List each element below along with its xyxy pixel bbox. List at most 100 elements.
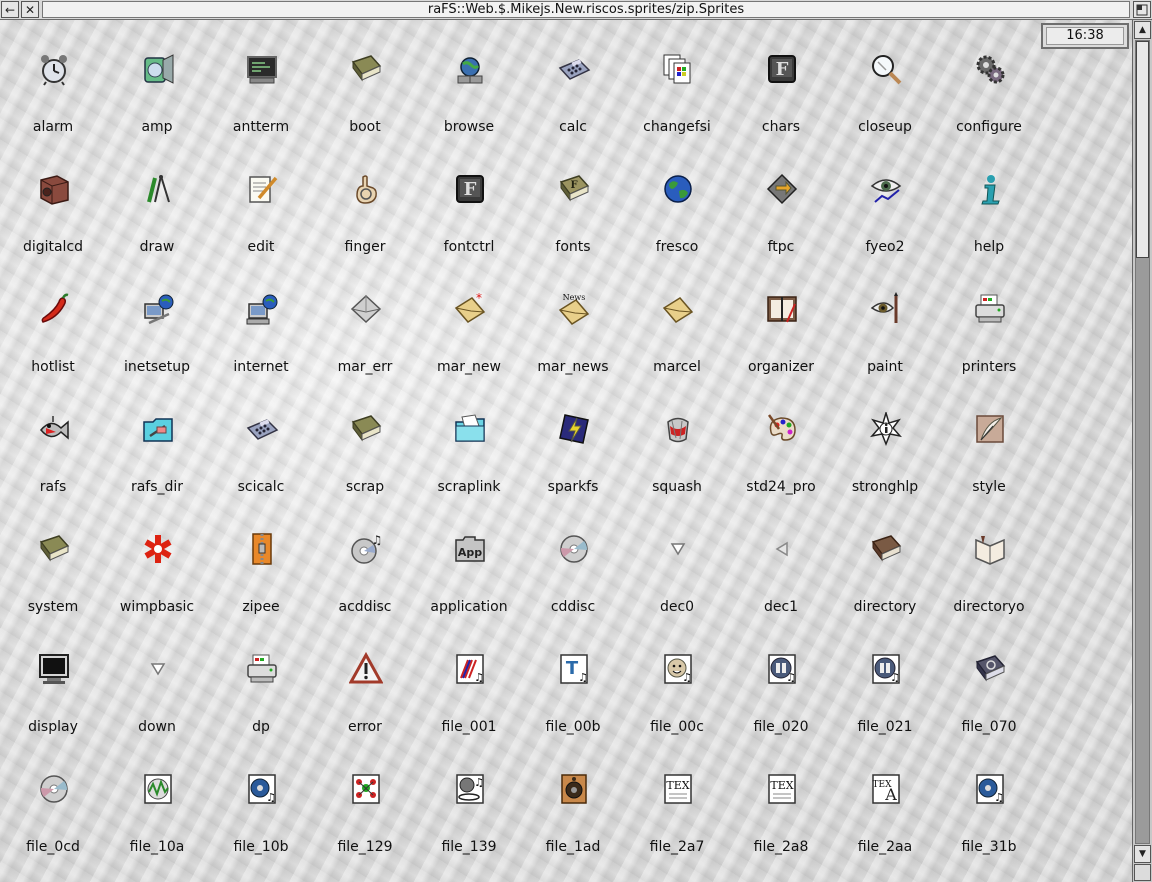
sprite-item[interactable]: squash xyxy=(625,380,729,500)
scroll-down-icon[interactable]: ▼ xyxy=(1134,845,1151,863)
sprite-item[interactable]: inetsetup xyxy=(105,260,209,380)
sprite-item[interactable]: fyeo2 xyxy=(833,140,937,260)
sprite-label: sparkfs xyxy=(547,479,599,495)
sprite-item[interactable]: antterm xyxy=(209,20,313,140)
resize-handle-icon[interactable] xyxy=(1134,864,1151,881)
sprite-item[interactable]: organizer xyxy=(729,260,833,380)
sprite-item[interactable]: dec0 xyxy=(625,500,729,620)
svg-text:App: App xyxy=(458,546,482,559)
sprite-item[interactable]: * mar_new xyxy=(417,260,521,380)
sprite-item[interactable]: ♫ file_139 xyxy=(417,740,521,860)
sprite-label: scraplink xyxy=(437,479,501,495)
sprite-item[interactable]: TEX file_2a7 xyxy=(625,740,729,860)
svg-text:♫: ♫ xyxy=(266,791,276,804)
sprite-label: dp xyxy=(252,719,270,735)
sprite-item[interactable]: down xyxy=(105,620,209,740)
sprite-item[interactable]: Ffonts xyxy=(521,140,625,260)
sprite-item[interactable]: dp xyxy=(209,620,313,740)
sprite-item[interactable]: ♫ file_10b xyxy=(209,740,313,860)
sprite-item[interactable]: printers xyxy=(937,260,1041,380)
sprite-item[interactable]: display xyxy=(1,620,105,740)
sprite-item[interactable]: scicalc xyxy=(209,380,313,500)
sprite-label: paint xyxy=(867,359,903,375)
sprite-item[interactable]: configure xyxy=(937,20,1041,140)
sprite-item[interactable]: ♫ file_00c xyxy=(625,620,729,740)
back-icon[interactable]: ← xyxy=(1,1,19,18)
scroll-track[interactable] xyxy=(1135,40,1150,844)
sprite-item[interactable]: finger xyxy=(313,140,417,260)
sprite-item[interactable]: paint xyxy=(833,260,937,380)
sprite-item[interactable]: error xyxy=(313,620,417,740)
sprite-item[interactable]: mar_err xyxy=(313,260,417,380)
sprite-item[interactable]: TEX A file_2aa xyxy=(833,740,937,860)
sprite-item[interactable]: rafs xyxy=(1,380,105,500)
sprite-item[interactable]: ♫ acddisc xyxy=(313,500,417,620)
sprite-item[interactable]: directoryo xyxy=(937,500,1041,620)
sprite-item[interactable]: Ffontctrl xyxy=(417,140,521,260)
sprite-item[interactable]: ftpc xyxy=(729,140,833,260)
svg-text:♫: ♫ xyxy=(474,671,484,684)
sprite-item[interactable]: zipee xyxy=(209,500,313,620)
sprite-item[interactable]: Fchars xyxy=(729,20,833,140)
sprite-item[interactable]: internet xyxy=(209,260,313,380)
printer-icon xyxy=(245,652,279,686)
disc-music-file-icon: ♫ xyxy=(245,772,279,806)
music-file-face-icon: ♫ xyxy=(661,652,695,686)
sprite-item[interactable]: App application xyxy=(417,500,521,620)
scroll-thumb[interactable] xyxy=(1136,41,1149,258)
window-title-bar[interactable]: ← ✕ raFS::Web.$.Mikejs.New.riscos.sprite… xyxy=(0,0,1152,20)
sprite-item[interactable]: T ♫ file_00b xyxy=(521,620,625,740)
toggle-size-icon[interactable] xyxy=(1133,1,1151,18)
tex-file-icon: TEX xyxy=(661,772,695,806)
sprite-item[interactable]: ♫ file_021 xyxy=(833,620,937,740)
sprite-item[interactable]: style xyxy=(937,380,1041,500)
sprite-item[interactable]: amp xyxy=(105,20,209,140)
window-title[interactable]: raFS::Web.$.Mikejs.New.riscos.sprites/zi… xyxy=(42,1,1130,18)
close-icon[interactable]: ✕ xyxy=(21,1,39,18)
sprite-item[interactable]: system xyxy=(1,500,105,620)
sprite-item[interactable]: rafs_dir xyxy=(105,380,209,500)
sprite-item[interactable]: ♫ file_001 xyxy=(417,620,521,740)
vertical-scrollbar[interactable]: ▲ ▼ xyxy=(1132,20,1152,882)
sprite-item[interactable]: calc xyxy=(521,20,625,140)
sprite-item[interactable]: draw xyxy=(105,140,209,260)
sprite-item[interactable]: file_070 xyxy=(937,620,1041,740)
scroll-up-icon[interactable]: ▲ xyxy=(1134,21,1151,39)
sprite-item[interactable]: help xyxy=(937,140,1041,260)
sprite-item[interactable]: scraplink xyxy=(417,380,521,500)
sprite-item[interactable]: ♫ file_31b xyxy=(937,740,1041,860)
sprite-item[interactable]: file_10a xyxy=(105,740,209,860)
sprite-item[interactable]: file_1ad xyxy=(521,740,625,860)
sprite-item[interactable]: file_129 xyxy=(313,740,417,860)
sprite-label: calc xyxy=(559,119,587,135)
sprite-item[interactable]: wimpbasic xyxy=(105,500,209,620)
sprite-label: printers xyxy=(961,359,1017,375)
sprite-item[interactable]: std24_pro xyxy=(729,380,833,500)
sprite-item[interactable]: closeup xyxy=(833,20,937,140)
sprite-item[interactable]: edit xyxy=(209,140,313,260)
sprite-item[interactable]: digitalcd xyxy=(1,140,105,260)
sprite-item[interactable]: stronghlp xyxy=(833,380,937,500)
sprite-label: hotlist xyxy=(31,359,75,375)
sprite-item[interactable]: News mar_news xyxy=(521,260,625,380)
sprite-item[interactable]: cddisc xyxy=(521,500,625,620)
sprite-item[interactable]: file_0cd xyxy=(1,740,105,860)
sprite-label: system xyxy=(27,599,79,615)
sprite-item[interactable]: browse xyxy=(417,20,521,140)
sprite-item[interactable]: directory xyxy=(833,500,937,620)
sprite-item[interactable]: marcel xyxy=(625,260,729,380)
sprite-item[interactable]: fresco xyxy=(625,140,729,260)
sprite-item[interactable]: alarm xyxy=(1,20,105,140)
chili-icon xyxy=(37,292,71,326)
sprite-label: antterm xyxy=(232,119,290,135)
sprite-item[interactable]: sparkfs xyxy=(521,380,625,500)
sprite-item[interactable]: boot xyxy=(313,20,417,140)
sprite-item[interactable]: TEX file_2a8 xyxy=(729,740,833,860)
sprite-label: fyeo2 xyxy=(865,239,905,255)
sprite-item[interactable]: ♫ file_020 xyxy=(729,620,833,740)
music-file-t-icon: T ♫ xyxy=(557,652,591,686)
sprite-item[interactable]: changefsi xyxy=(625,20,729,140)
sprite-item[interactable]: scrap xyxy=(313,380,417,500)
sprite-item[interactable]: hotlist xyxy=(1,260,105,380)
sprite-item[interactable]: dec1 xyxy=(729,500,833,620)
